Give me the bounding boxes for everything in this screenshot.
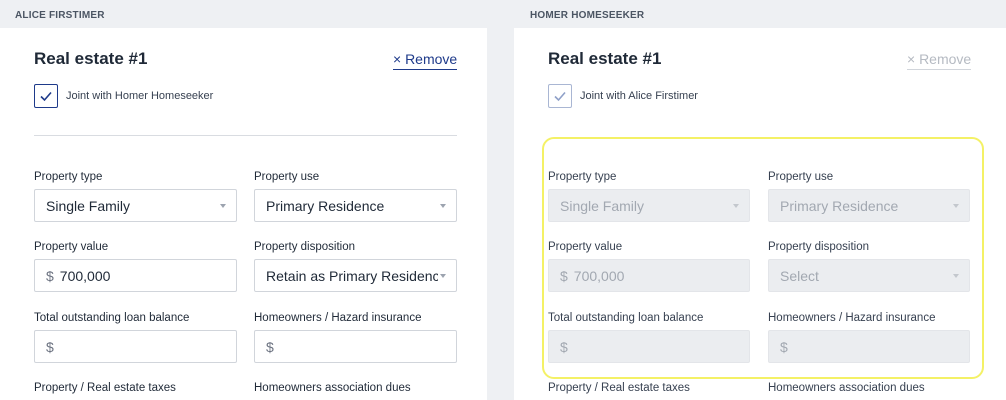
right-borrower-panel: HOMER HOMESEEKER Real estate #1 × Remove… (514, 0, 1006, 400)
property-disposition-select[interactable]: Select (768, 259, 970, 292)
property-use-value: Primary Residence (780, 197, 899, 214)
currency-prefix: $ (560, 267, 568, 284)
joint-checkbox-row[interactable]: Joint with Alice Firstimer (548, 84, 698, 108)
taxes-label: Property / Real estate taxes (34, 382, 176, 394)
property-use-label: Property use (768, 171, 834, 183)
property-type-value: Single Family (560, 197, 645, 214)
joint-label: Joint with Homer Homeseeker (66, 90, 214, 102)
left-borrower-panel: ALICE FIRSTIMER Real estate #1 × Remove … (0, 0, 487, 400)
chevron-down-icon (440, 204, 446, 208)
borrower-header: ALICE FIRSTIMER (0, 0, 487, 28)
taxes-label: Property / Real estate taxes (548, 382, 690, 394)
property-value-value: 700,000 (573, 267, 625, 284)
property-disposition-label: Property disposition (254, 241, 355, 253)
remove-button[interactable]: × Remove (393, 51, 458, 70)
loan-balance-input[interactable]: $ (548, 330, 750, 363)
joint-checkbox-row[interactable]: Joint with Homer Homeseeker (34, 84, 213, 108)
property-disposition-value: Select (780, 267, 819, 284)
checkmark-icon (40, 91, 52, 102)
insurance-label: Homeowners / Hazard insurance (254, 312, 422, 324)
chevron-down-icon (220, 204, 226, 208)
property-type-select[interactable]: Single Family (34, 189, 237, 222)
borrower-header: HOMER HOMESEEKER (514, 0, 1006, 28)
insurance-input[interactable]: $ (768, 330, 970, 363)
hoa-dues-label: Homeowners association dues (768, 382, 925, 394)
property-value-input[interactable]: $ 700,000 (34, 259, 237, 292)
property-value-label: Property value (34, 241, 109, 253)
property-type-label: Property type (548, 171, 617, 183)
checkmark-icon (554, 91, 566, 102)
joint-checkbox[interactable] (548, 84, 572, 108)
loan-balance-label: Total outstanding loan balance (34, 312, 190, 324)
property-use-label: Property use (254, 171, 320, 183)
real-estate-title: Real estate #1 (34, 49, 148, 68)
property-type-value: Single Family (46, 197, 131, 214)
property-disposition-value: Retain as Primary Residence (266, 267, 438, 284)
property-value-value: 700,000 (59, 267, 111, 284)
currency-prefix: $ (266, 338, 274, 355)
chevron-down-icon (953, 274, 959, 278)
joint-checkbox[interactable] (34, 84, 58, 108)
loan-balance-label: Total outstanding loan balance (548, 312, 704, 324)
chevron-down-icon (733, 204, 739, 208)
insurance-input[interactable]: $ (254, 330, 457, 363)
property-value-input[interactable]: $ 700,000 (548, 259, 750, 292)
loan-balance-input[interactable]: $ (34, 330, 237, 363)
chevron-down-icon (440, 274, 446, 278)
remove-button[interactable]: × Remove (907, 51, 972, 70)
property-disposition-select[interactable]: Retain as Primary Residence (254, 259, 457, 292)
property-type-label: Property type (34, 171, 103, 183)
currency-prefix: $ (560, 338, 568, 355)
insurance-label: Homeowners / Hazard insurance (768, 312, 936, 324)
chevron-down-icon (953, 204, 959, 208)
property-disposition-label: Property disposition (768, 241, 869, 253)
currency-prefix: $ (46, 267, 54, 284)
property-use-select[interactable]: Primary Residence (768, 189, 970, 222)
property-use-value: Primary Residence (266, 197, 385, 214)
hoa-dues-label: Homeowners association dues (254, 382, 411, 394)
currency-prefix: $ (780, 338, 788, 355)
joint-label: Joint with Alice Firstimer (580, 90, 698, 102)
property-value-label: Property value (548, 241, 623, 253)
divider (34, 135, 457, 136)
currency-prefix: $ (46, 338, 54, 355)
property-type-select[interactable]: Single Family (548, 189, 750, 222)
property-use-select[interactable]: Primary Residence (254, 189, 457, 222)
real-estate-title: Real estate #1 (548, 49, 662, 68)
